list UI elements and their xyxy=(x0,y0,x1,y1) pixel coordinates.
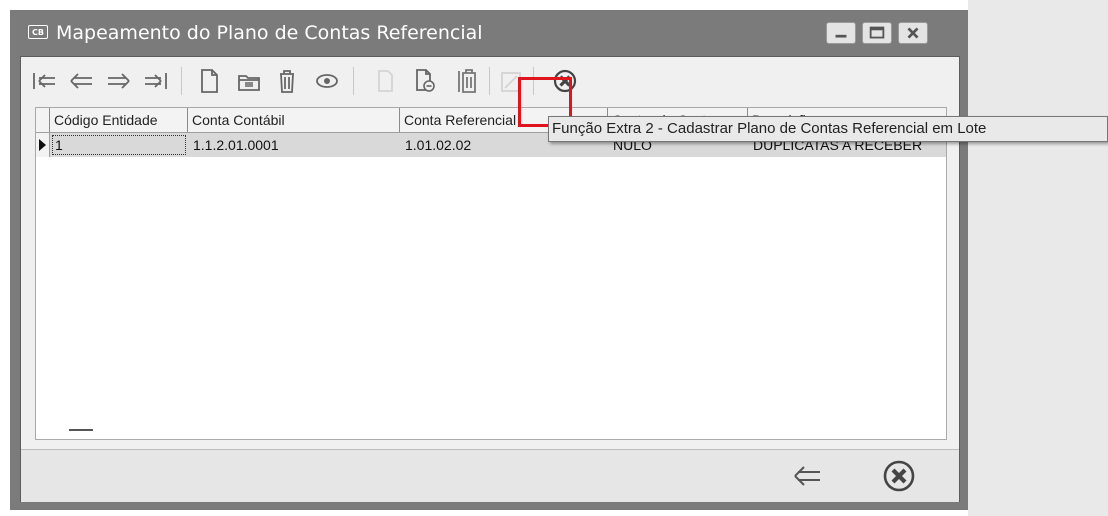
back-button[interactable] xyxy=(787,456,827,496)
minimize-icon xyxy=(835,34,847,38)
title-bar[interactable]: CB Mapeamento do Plano de Contas Referen… xyxy=(10,10,968,56)
extra-function-1-icon xyxy=(378,70,393,92)
cell-conta-contabil[interactable]: 1.1.2.01.0001 xyxy=(188,133,400,157)
view-button[interactable] xyxy=(311,65,343,97)
maximize-button[interactable] xyxy=(862,22,892,44)
delete-trash-icon xyxy=(280,70,294,93)
new-document-icon xyxy=(201,69,218,93)
toolbar-separator xyxy=(181,67,182,95)
minimize-button[interactable] xyxy=(826,22,856,44)
header-indicator xyxy=(36,108,50,132)
last-record-button[interactable] xyxy=(141,65,173,97)
clipboard-paste-icon xyxy=(458,69,476,93)
edit-folder-icon xyxy=(238,75,260,91)
column-header-conta-contabil[interactable]: Conta Contábil xyxy=(188,108,400,132)
close-dialog-button[interactable] xyxy=(879,456,919,496)
extra-function-2-button[interactable] xyxy=(409,65,441,97)
column-header-codigo-entidade[interactable]: Código Entidade xyxy=(50,108,188,132)
previous-record-button[interactable] xyxy=(65,65,97,97)
current-row-arrow-icon xyxy=(39,139,46,151)
dialog-window: CB Mapeamento do Plano de Contas Referen… xyxy=(10,10,968,510)
close-window-button[interactable] xyxy=(898,22,928,44)
grid-footer-dash xyxy=(69,429,93,431)
back-arrow-icon xyxy=(794,466,820,486)
bottom-button-bar xyxy=(21,449,959,502)
cell-codigo-entidade[interactable]: 1 xyxy=(50,133,188,157)
data-grid[interactable]: Código Entidade Conta Contábil Conta Ref… xyxy=(35,107,947,440)
paste-button[interactable] xyxy=(451,65,483,97)
first-record-icon xyxy=(33,73,55,89)
next-record-button[interactable] xyxy=(103,65,135,97)
cancel-close-icon xyxy=(883,460,915,492)
desktop-background xyxy=(968,0,1108,516)
extra-function-2-icon xyxy=(416,69,435,92)
last-record-icon xyxy=(145,73,167,89)
delete-button[interactable] xyxy=(271,65,303,97)
extra-function-1-button[interactable] xyxy=(369,65,401,97)
tooltip: Função Extra 2 - Cadastrar Plano de Cont… xyxy=(548,116,1108,142)
edit-button[interactable] xyxy=(233,65,265,97)
toolbar-separator xyxy=(353,67,354,95)
first-record-button[interactable] xyxy=(27,65,59,97)
view-eye-icon xyxy=(316,74,338,88)
new-button[interactable] xyxy=(193,65,225,97)
app-icon: CB xyxy=(28,25,48,39)
row-indicator xyxy=(36,133,50,157)
close-icon xyxy=(907,27,919,39)
previous-record-icon xyxy=(70,73,92,89)
toolbar-separator xyxy=(489,67,490,95)
maximize-icon xyxy=(869,26,885,39)
toolbar xyxy=(21,57,959,105)
window-title: Mapeamento do Plano de Contas Referencia… xyxy=(56,22,483,44)
next-record-icon xyxy=(108,73,130,89)
